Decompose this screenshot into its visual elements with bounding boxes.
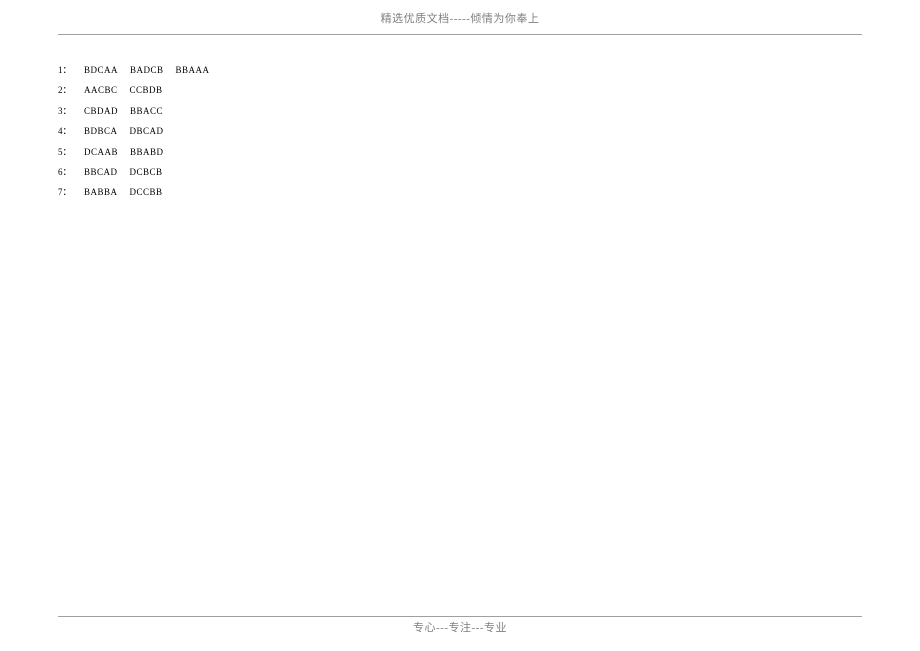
- answer-row: 1： BDCAA BADCB BBAAA: [58, 63, 920, 77]
- row-number: 7：: [58, 185, 78, 199]
- row-number: 5：: [58, 145, 78, 159]
- answer-row: 5： DCAAB BBABD: [58, 145, 920, 159]
- answer-group: BBCAD: [84, 165, 118, 179]
- row-number: 3：: [58, 104, 78, 118]
- page-footer: 专心---专注---专业: [0, 619, 920, 635]
- answer-group: BBABD: [130, 145, 164, 159]
- answer-row: 3： CBDAD BBACC: [58, 104, 920, 118]
- answer-group: BDBCA: [84, 124, 118, 138]
- row-number: 4：: [58, 124, 78, 138]
- answer-group: DCCBB: [130, 185, 163, 199]
- answer-content: 1： BDCAA BADCB BBAAA 2： AACBC CCBDB 3： C…: [58, 63, 920, 200]
- answer-group: BADCB: [130, 63, 164, 77]
- row-number: 2：: [58, 83, 78, 97]
- answer-group: CBDAD: [84, 104, 118, 118]
- answer-group: DCBCB: [130, 165, 163, 179]
- answer-group: BBAAA: [176, 63, 210, 77]
- top-divider: [58, 34, 862, 35]
- answer-row: 6： BBCAD DCBCB: [58, 165, 920, 179]
- answer-group: CCBDB: [130, 83, 163, 97]
- answer-group: BBACC: [130, 104, 163, 118]
- answer-group: BDCAA: [84, 63, 118, 77]
- row-number: 1：: [58, 63, 78, 77]
- answer-row: 4： BDBCA DBCAD: [58, 124, 920, 138]
- page-header: 精选优质文档-----倾情为你奉上: [0, 0, 920, 26]
- bottom-divider: [58, 616, 862, 617]
- row-number: 6：: [58, 165, 78, 179]
- answer-group: DBCAD: [130, 124, 164, 138]
- answer-group: DCAAB: [84, 145, 118, 159]
- answer-row: 2： AACBC CCBDB: [58, 83, 920, 97]
- answer-row: 7： BABBA DCCBB: [58, 185, 920, 199]
- answer-group: BABBA: [84, 185, 118, 199]
- answer-group: AACBC: [84, 83, 118, 97]
